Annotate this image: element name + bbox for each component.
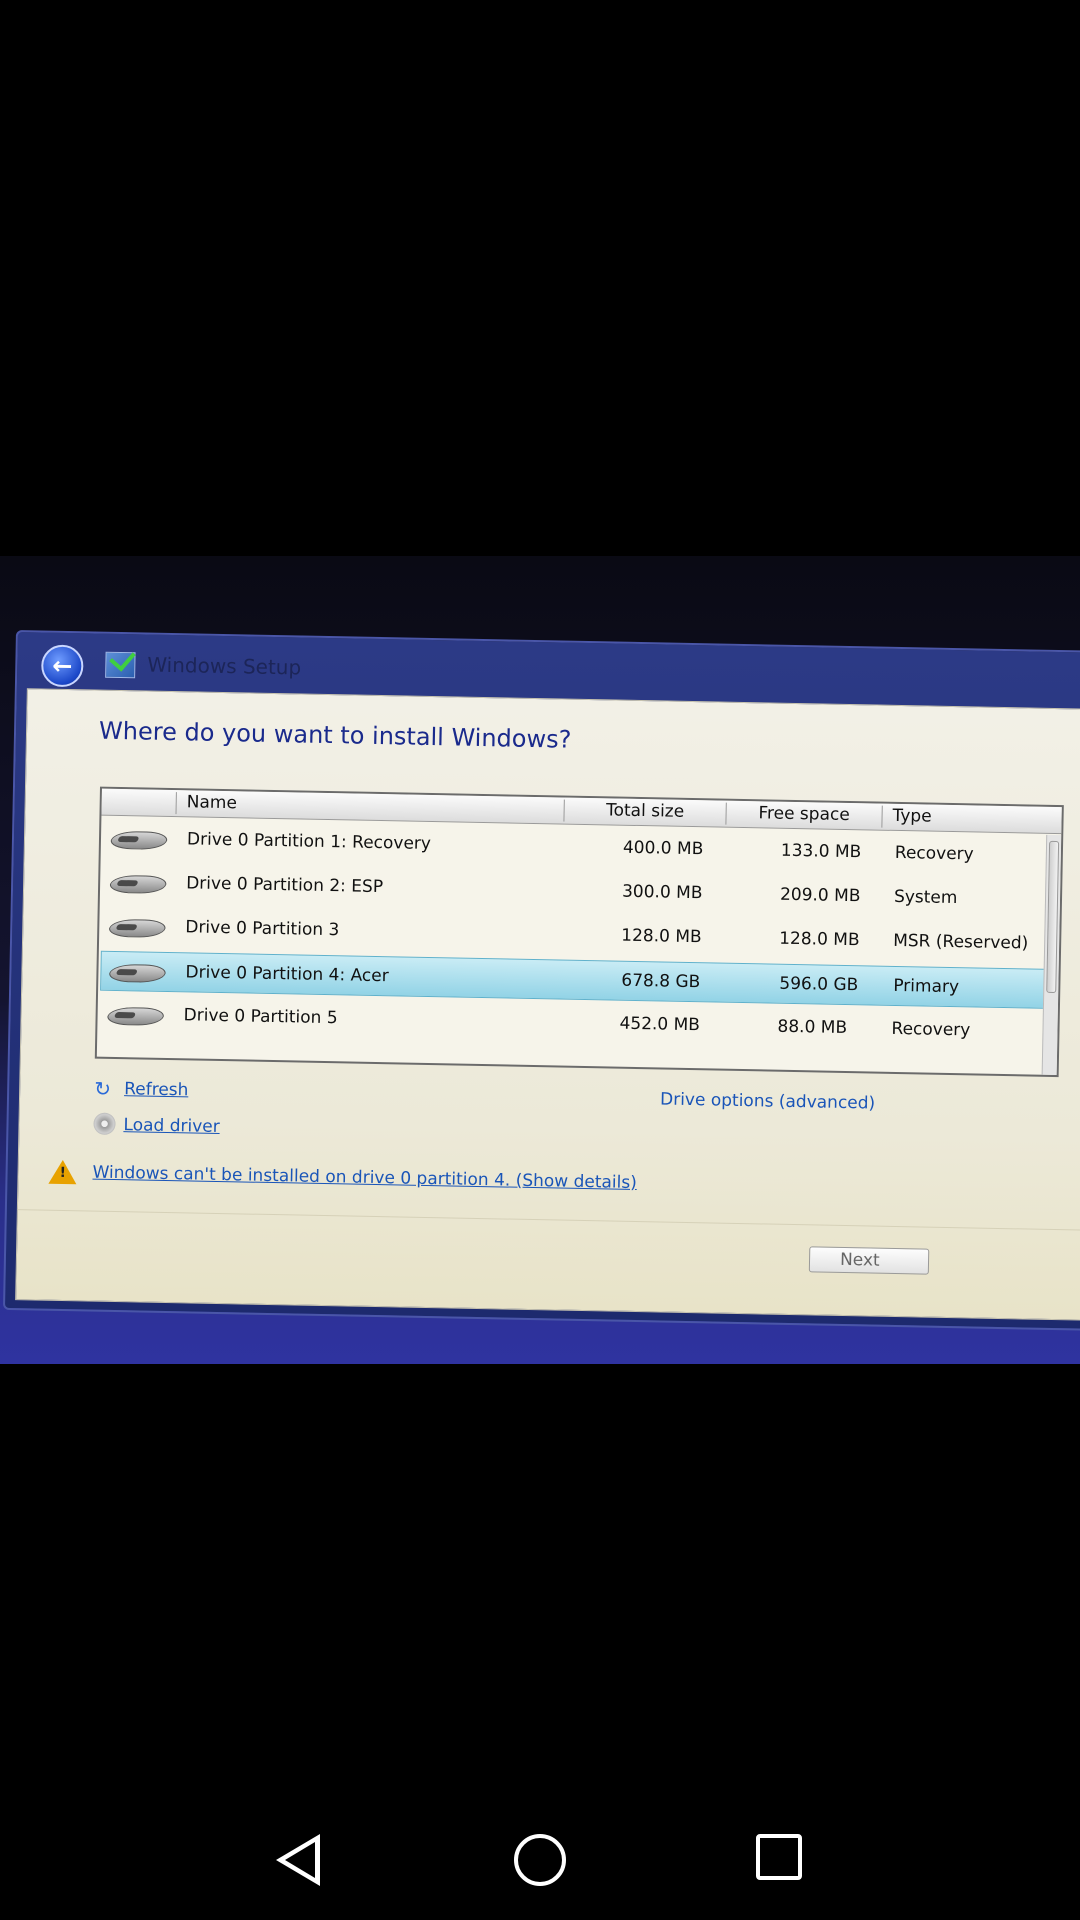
- partition-free-space: 133.0 MB: [780, 840, 862, 863]
- partition-free-space: 209.0 MB: [779, 884, 861, 907]
- hard-drive-icon: [104, 1006, 167, 1026]
- setup-window: ← Windows Setup Where do you want to ins…: [2, 630, 1080, 1331]
- partition-table: Name Total size Free space Type Drive 0 …: [94, 786, 1064, 1078]
- partition-free-space: 128.0 MB: [779, 928, 860, 951]
- bottom-divider: [17, 1209, 1080, 1232]
- partition-total-size: 678.8 GB: [621, 970, 701, 993]
- nav-home-icon[interactable]: [514, 1834, 566, 1886]
- partition-type: Primary: [893, 975, 960, 998]
- column-header-name[interactable]: Name: [175, 792, 564, 822]
- partition-name: Drive 0 Partition 1: Recovery: [186, 829, 432, 855]
- drive-options-link[interactable]: Drive options (advanced): [660, 1089, 875, 1113]
- partition-free-space: 88.0 MB: [777, 1016, 848, 1039]
- partition-type: Recovery: [891, 1018, 971, 1041]
- partition-name: Drive 0 Partition 4: Acer: [185, 962, 389, 987]
- scrollbar-thumb[interactable]: [1046, 840, 1060, 994]
- load-driver-link[interactable]: Load driver: [123, 1115, 220, 1137]
- partition-total-size: 128.0 MB: [621, 925, 702, 948]
- hard-drive-icon: [106, 963, 169, 983]
- android-nav-bar: [0, 1800, 1080, 1920]
- partition-free-space: 596.0 GB: [779, 973, 859, 996]
- column-header-total-size[interactable]: Total size: [563, 799, 726, 825]
- partition-name: Drive 0 Partition 2: ESP: [185, 873, 384, 898]
- disc-icon[interactable]: [93, 1112, 116, 1135]
- windows-setup-icon: [105, 651, 136, 679]
- next-button[interactable]: Next: [808, 1246, 930, 1275]
- partition-type: System: [893, 886, 958, 909]
- partition-total-size: 300.0 MB: [621, 881, 703, 904]
- warning-details-link[interactable]: Windows can't be installed on drive 0 pa…: [92, 1163, 637, 1193]
- back-arrow-icon: ←: [51, 651, 73, 681]
- hard-drive-icon: [107, 874, 170, 894]
- column-header-icon: [102, 791, 176, 814]
- partition-type: MSR (Reserved): [893, 930, 1029, 954]
- column-header-type[interactable]: Type: [881, 805, 1062, 832]
- partition-name: Drive 0 Partition 5: [183, 1005, 338, 1029]
- column-header-free-space[interactable]: Free space: [725, 802, 882, 828]
- partition-total-size: 400.0 MB: [622, 837, 704, 860]
- window-title: Windows Setup: [147, 652, 302, 680]
- back-button[interactable]: ←: [40, 644, 84, 688]
- nav-back-icon[interactable]: [276, 1834, 320, 1886]
- partition-total-size: 452.0 MB: [619, 1013, 701, 1036]
- monitor-screen: ← Windows Setup Where do you want to ins…: [0, 556, 1080, 1364]
- partition-name: Drive 0 Partition 3: [185, 917, 340, 941]
- nav-recent-apps-icon[interactable]: [756, 1834, 802, 1880]
- refresh-icon[interactable]: ↻: [94, 1077, 111, 1101]
- partition-type: Recovery: [894, 842, 974, 865]
- setup-content: Where do you want to install Windows? Na…: [15, 688, 1080, 1322]
- refresh-link[interactable]: Refresh: [124, 1079, 189, 1100]
- hard-drive-icon: [106, 918, 169, 938]
- hard-drive-icon: [107, 830, 171, 850]
- warning-icon: [48, 1159, 77, 1185]
- page-title: Where do you want to install Windows?: [98, 716, 572, 754]
- table-scrollbar[interactable]: [1041, 834, 1062, 1076]
